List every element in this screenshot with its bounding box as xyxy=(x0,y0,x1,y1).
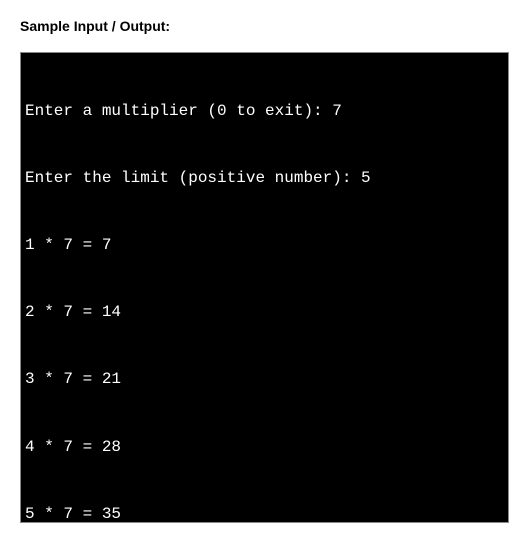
terminal-line: Enter the limit (positive number): 5 xyxy=(25,167,504,189)
terminal-line: 3 * 7 = 21 xyxy=(25,368,504,390)
terminal-line: Enter a multiplier (0 to exit): 7 xyxy=(25,100,504,122)
terminal-line: 1 * 7 = 7 xyxy=(25,234,504,256)
terminal-line: 2 * 7 = 14 xyxy=(25,301,504,323)
section-heading: Sample Input / Output: xyxy=(20,18,509,34)
terminal-line: 4 * 7 = 28 xyxy=(25,436,504,458)
document-container: Sample Input / Output: Enter a multiplie… xyxy=(0,0,529,541)
terminal-line: 5 * 7 = 35 xyxy=(25,503,504,523)
terminal-output: Enter a multiplier (0 to exit): 7 Enter … xyxy=(20,52,509,523)
